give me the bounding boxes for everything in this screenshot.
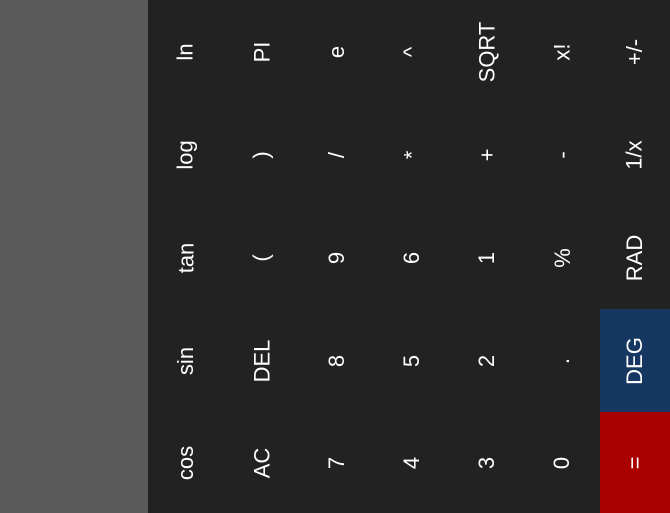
minus-label: - bbox=[549, 150, 575, 159]
negate-button[interactable]: +/- bbox=[600, 0, 670, 103]
sin-button[interactable]: sin bbox=[148, 309, 224, 412]
tan-label: tan bbox=[173, 242, 198, 273]
five-label: 5 bbox=[399, 354, 424, 367]
open-paren-button[interactable]: ( bbox=[224, 206, 300, 309]
minus-button[interactable]: - bbox=[525, 103, 600, 206]
e-button[interactable]: e bbox=[300, 0, 375, 103]
four-button[interactable]: 4 bbox=[375, 412, 449, 513]
reciprocal-button[interactable]: 1/x bbox=[600, 103, 670, 206]
deg-button[interactable]: DEG bbox=[600, 309, 670, 412]
close-paren-button[interactable]: ) bbox=[224, 103, 300, 206]
two-label: 2 bbox=[474, 354, 499, 367]
deg-label: DEG bbox=[622, 336, 647, 385]
multiply-button[interactable]: * bbox=[375, 103, 449, 206]
decimal-button[interactable]: . bbox=[525, 309, 600, 412]
rad-button[interactable]: RAD bbox=[600, 206, 670, 309]
ln-label: ln bbox=[173, 42, 198, 61]
close-paren-label: ) bbox=[248, 150, 274, 159]
power-button[interactable]: ^ bbox=[375, 0, 449, 103]
six-button[interactable]: 6 bbox=[375, 206, 449, 309]
divide-label: / bbox=[324, 151, 350, 158]
delete-label: DEL bbox=[248, 339, 274, 382]
seven-button[interactable]: 7 bbox=[300, 412, 375, 513]
open-paren-label: ( bbox=[248, 253, 274, 262]
plus-label: + bbox=[473, 148, 499, 161]
five-button[interactable]: 5 bbox=[375, 309, 449, 412]
power-label: ^ bbox=[398, 46, 424, 57]
four-label: 4 bbox=[399, 456, 424, 469]
negate-label: +/- bbox=[621, 38, 647, 65]
display-panel bbox=[0, 0, 148, 513]
decimal-label: . bbox=[549, 357, 575, 364]
pi-button[interactable]: PI bbox=[224, 0, 300, 103]
nine-label: 9 bbox=[324, 251, 350, 264]
sqrt-button[interactable]: SQRT bbox=[449, 0, 525, 103]
cos-button[interactable]: cos bbox=[148, 412, 224, 513]
three-button[interactable]: 3 bbox=[449, 412, 525, 513]
sin-label: sin bbox=[173, 346, 198, 375]
six-label: 6 bbox=[399, 251, 424, 264]
factorial-label: x! bbox=[549, 42, 575, 61]
divide-button[interactable]: / bbox=[300, 103, 375, 206]
zero-button[interactable]: 0 bbox=[525, 412, 600, 513]
eight-button[interactable]: 8 bbox=[300, 309, 375, 412]
log-label: log bbox=[172, 139, 198, 170]
reciprocal-label: 1/x bbox=[621, 139, 647, 170]
two-button[interactable]: 2 bbox=[449, 309, 525, 412]
delete-button[interactable]: DEL bbox=[224, 309, 300, 412]
multiply-label: * bbox=[399, 150, 424, 159]
plus-button[interactable]: + bbox=[449, 103, 525, 206]
zero-label: 0 bbox=[549, 456, 575, 469]
equals-button[interactable]: = bbox=[600, 412, 670, 513]
percent-label: % bbox=[549, 247, 575, 268]
rad-label: RAD bbox=[621, 234, 647, 281]
factorial-button[interactable]: x! bbox=[525, 0, 600, 103]
eight-label: 8 bbox=[324, 354, 350, 367]
ln-button[interactable]: ln bbox=[148, 0, 224, 103]
e-label: e bbox=[324, 45, 350, 58]
pi-label: PI bbox=[248, 41, 274, 62]
tan-button[interactable]: tan bbox=[148, 206, 224, 309]
three-label: 3 bbox=[474, 456, 499, 469]
all-clear-label: AC bbox=[249, 447, 274, 478]
keypad: ln log tan sin cos PI ) ( DEL AC e / 9 8… bbox=[148, 0, 670, 513]
log-button[interactable]: log bbox=[148, 103, 224, 206]
nine-button[interactable]: 9 bbox=[300, 206, 375, 309]
one-label: 1 bbox=[474, 251, 499, 264]
one-button[interactable]: 1 bbox=[449, 206, 525, 309]
sqrt-label: SQRT bbox=[474, 21, 499, 82]
all-clear-button[interactable]: AC bbox=[224, 412, 300, 513]
seven-label: 7 bbox=[324, 456, 350, 469]
calculator-app: ln log tan sin cos PI ) ( DEL AC e / 9 8… bbox=[0, 0, 670, 513]
cos-label: cos bbox=[173, 445, 198, 480]
percent-button[interactable]: % bbox=[525, 206, 600, 309]
equals-label: = bbox=[621, 456, 647, 469]
